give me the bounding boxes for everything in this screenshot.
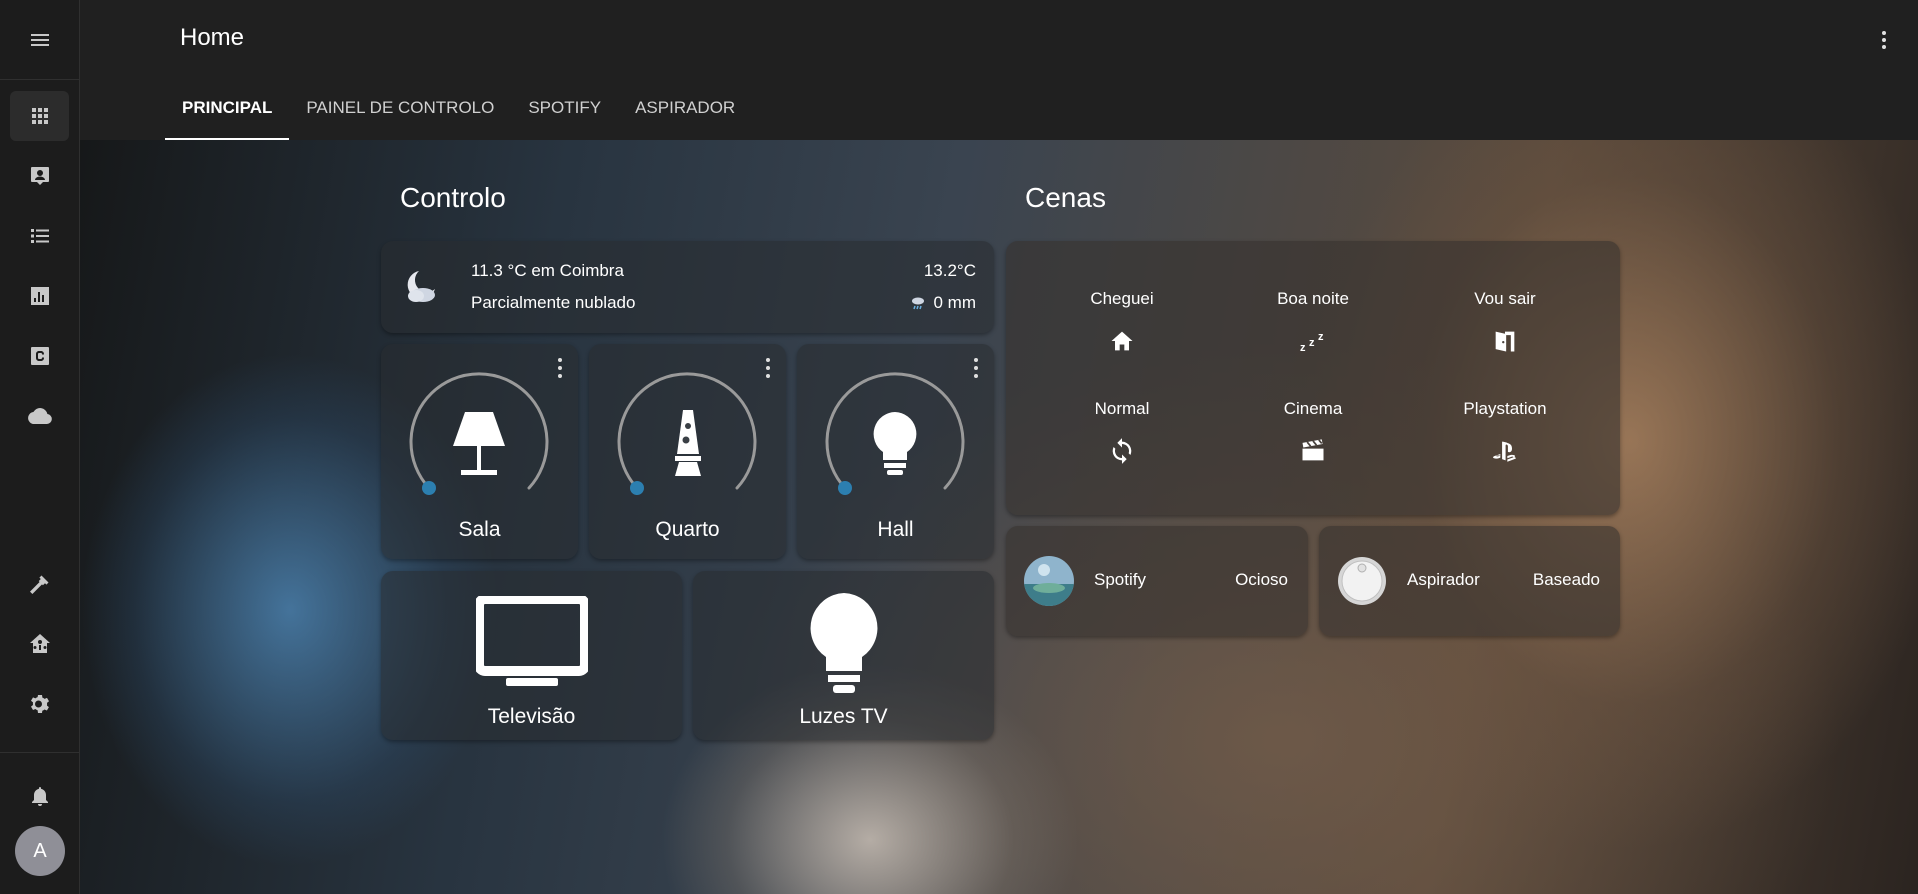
hammer-icon (29, 575, 48, 594)
scene-label: Cheguei (1090, 289, 1154, 308)
button-card-luzes-tv[interactable]: Luzes TV (693, 571, 994, 740)
lava-lamp-icon (675, 410, 701, 476)
sidebar-item-history[interactable] (10, 271, 69, 321)
media-name: Aspirador (1407, 570, 1480, 589)
scene-playstation[interactable]: Playstation (1415, 399, 1595, 465)
partly-cloudy-night-icon (407, 271, 435, 302)
sidebar-item-settings[interactable] (10, 679, 69, 729)
section-title-control: Controlo (400, 182, 506, 213)
weather-card[interactable]: 11.3 °C em Coimbra Parcialmente nublado … (381, 241, 994, 333)
tab-spotify[interactable]: SPOTIFY (511, 88, 618, 140)
lightbulb-icon (873, 412, 917, 475)
refresh-icon (1112, 438, 1132, 464)
scene-boa-noite[interactable]: Boa noite zzz (1223, 289, 1403, 355)
sidebar-item-person[interactable] (10, 151, 69, 201)
light-card-sala[interactable]: Sala (381, 344, 578, 559)
sleep-icon: zzz (1300, 331, 1324, 354)
album-art-image (1024, 556, 1074, 606)
menu-icon (31, 33, 49, 46)
dashboard-content: Controlo Cenas 11.3 °C em Coimbra Parcia… (80, 140, 1918, 894)
scene-vou-sair[interactable]: Vou sair (1415, 289, 1595, 355)
overflow-menu-button[interactable] (1870, 24, 1898, 56)
tab-painel-de-controlo[interactable]: PAINEL DE CONTROLO (289, 88, 511, 140)
bar-chart-icon (30, 287, 49, 305)
light-name: Hall (877, 518, 914, 541)
page-title: Home (180, 24, 245, 51)
weather-condition: Parcialmente nublado (471, 293, 636, 312)
more-vertical-icon (974, 358, 978, 378)
more-vertical-icon (766, 358, 770, 378)
scene-label: Cinema (1283, 399, 1343, 418)
media-state: Ocioso (1235, 570, 1288, 589)
menu-button[interactable] (0, 0, 80, 80)
light-options-button[interactable] (556, 356, 564, 380)
vacuum-image (1337, 556, 1387, 606)
weather-location-temp: 11.3 °C em Coimbra (471, 261, 624, 280)
more-vertical-icon (558, 358, 562, 378)
bell-icon (31, 787, 48, 806)
sidebar-item-overview[interactable] (10, 91, 69, 141)
light-card-hall[interactable]: Hall (797, 344, 994, 559)
c-box-icon (30, 347, 49, 365)
scene-normal[interactable]: Normal (1032, 399, 1212, 465)
scene-label: Playstation (1463, 399, 1547, 418)
light-name: Quarto (655, 518, 720, 541)
sidebar-item-supervisor[interactable] (10, 619, 69, 669)
sidebar: A (0, 0, 80, 894)
light-options-button[interactable] (972, 356, 980, 380)
svg-text:z: z (1300, 342, 1306, 354)
floor-lamp-icon (453, 412, 505, 475)
grid-icon (31, 108, 48, 124)
weather-precipitation: 0 mm (933, 293, 977, 312)
lightbulb-icon (810, 593, 877, 693)
section-title-scenes: Cenas (1025, 182, 1106, 213)
scene-cinema[interactable]: Cinema (1223, 399, 1403, 465)
tab-principal[interactable]: PRINCIPAL (165, 88, 290, 140)
gear-icon (30, 695, 49, 713)
media-name: Spotify (1094, 570, 1146, 589)
television-icon (475, 596, 588, 686)
media-state: Baseado (1532, 570, 1600, 589)
cloud-icon (27, 408, 52, 424)
button-card-televisao[interactable]: Televisão (381, 571, 682, 740)
scenes-card: Cheguei Boa noite zzz Vou sair Normal Ci… (1006, 241, 1620, 515)
door-exit-icon (1495, 331, 1515, 352)
home-icon (1111, 331, 1133, 351)
sidebar-item-developer-tools[interactable] (10, 559, 69, 609)
tab-aspirador[interactable]: ASPIRADOR (618, 88, 752, 140)
scene-cheguei[interactable]: Cheguei (1032, 289, 1212, 355)
notifications-button[interactable] (10, 771, 69, 821)
sidebar-item-cloud[interactable] (10, 391, 69, 441)
spotify-artwork (1024, 556, 1074, 606)
more-vertical-icon (1882, 31, 1886, 49)
avatar[interactable]: A (15, 826, 65, 876)
scene-label: Vou sair (1474, 289, 1536, 308)
scene-label: Boa noite (1277, 289, 1349, 308)
playstation-icon (1493, 441, 1516, 462)
clapperboard-icon (1302, 439, 1324, 461)
sidebar-item-logbook[interactable] (10, 211, 69, 261)
svg-text:z: z (1318, 331, 1324, 343)
light-card-quarto[interactable]: Quarto (589, 344, 786, 559)
sidebar-divider (0, 752, 80, 753)
media-card-aspirador[interactable]: Aspirador Baseado (1319, 526, 1620, 636)
avatar-initial: A (33, 839, 47, 862)
svg-text:z: z (1309, 337, 1315, 349)
button-name: Televisão (487, 705, 576, 728)
home-assistant-icon (29, 634, 50, 653)
light-name: Sala (458, 518, 501, 541)
rain-cloud-icon (911, 297, 924, 310)
light-options-button[interactable] (764, 356, 772, 380)
sidebar-item-c[interactable] (10, 331, 69, 381)
robot-vacuum-icon (1338, 557, 1386, 605)
top-bar: Home PRINCIPAL PAINEL DE CONTROLO SPOTIF… (80, 0, 1918, 140)
button-name: Luzes TV (799, 705, 888, 728)
list-icon (30, 229, 49, 243)
weather-high-temp: 13.2°C (923, 261, 976, 280)
view-tabs: PRINCIPAL PAINEL DE CONTROLO SPOTIFY ASP… (165, 88, 752, 140)
weather-precipitation-row: 0 mm (910, 293, 977, 313)
person-board-icon (30, 167, 49, 185)
media-card-spotify[interactable]: Spotify Ocioso (1006, 526, 1308, 636)
scene-label: Normal (1094, 399, 1150, 418)
